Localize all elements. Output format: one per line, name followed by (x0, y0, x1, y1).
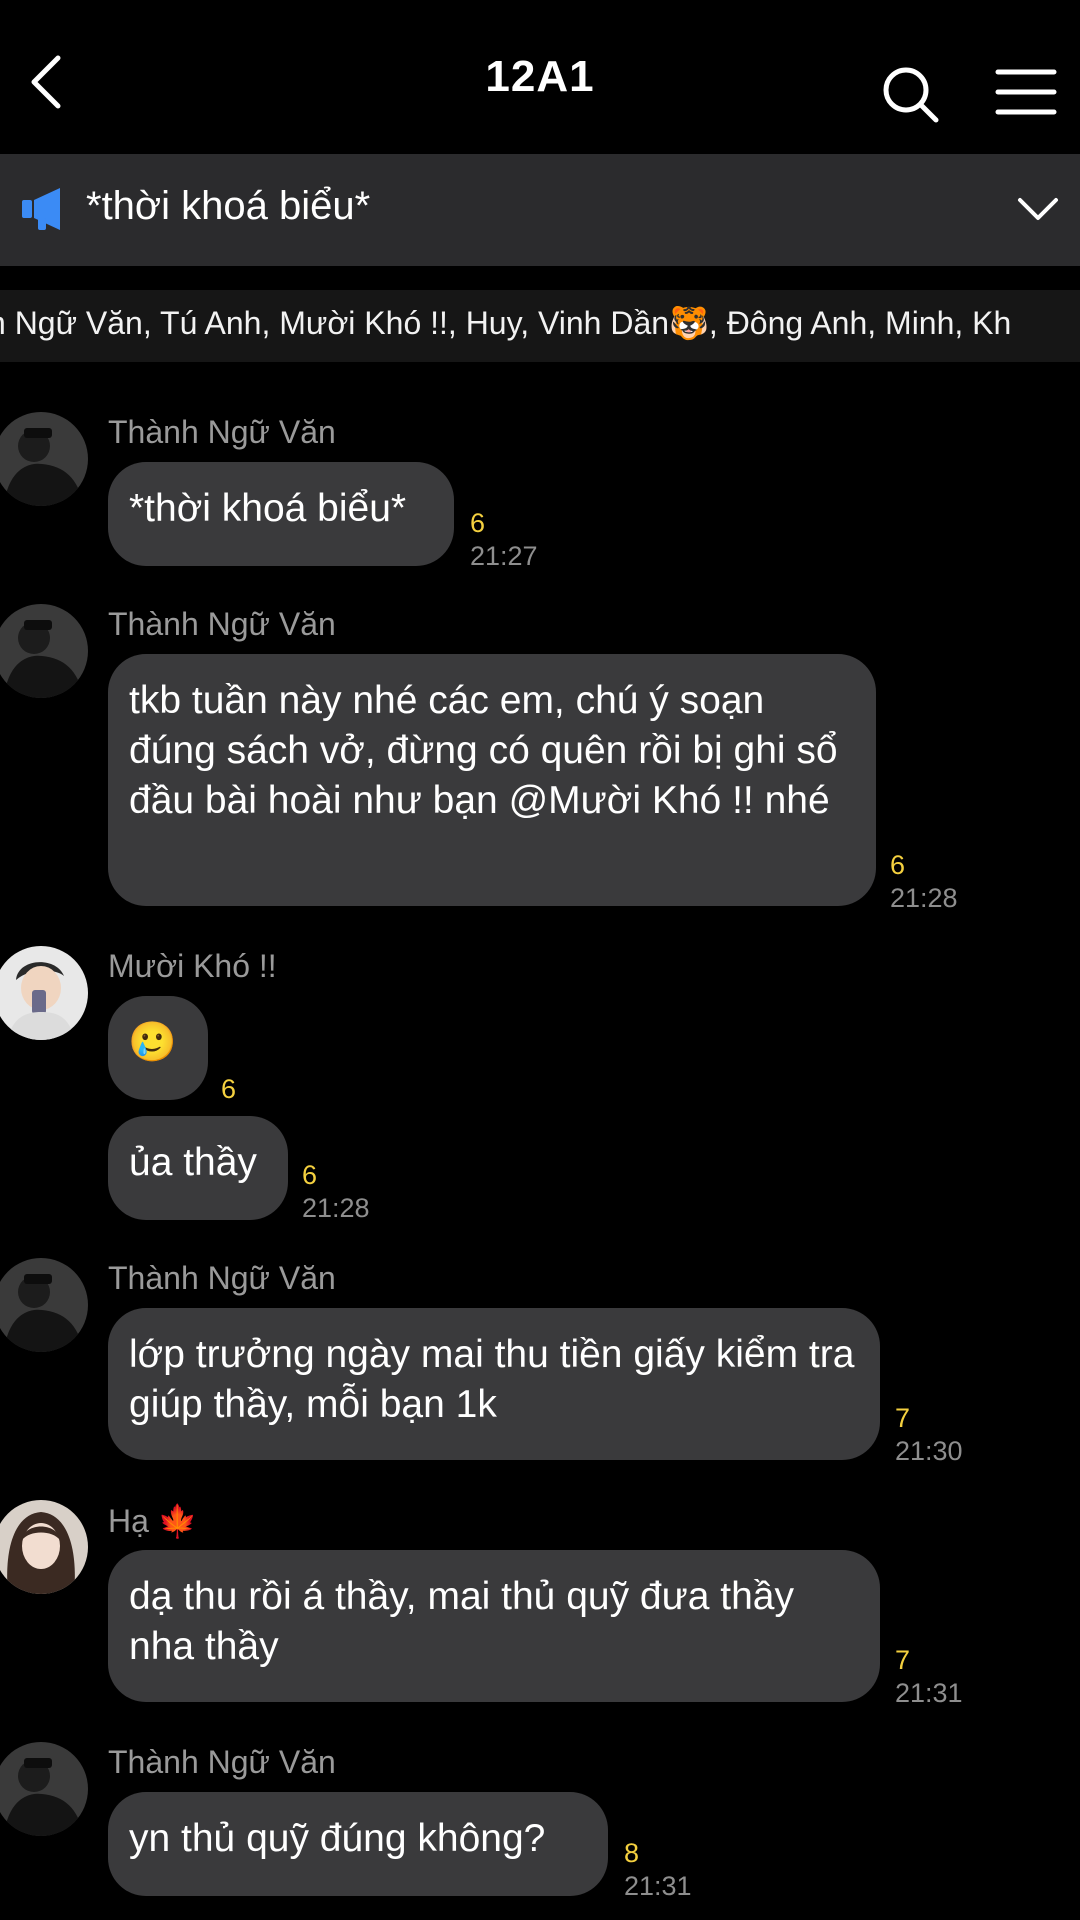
avatar[interactable] (0, 412, 88, 506)
read-count: 6 (890, 850, 906, 880)
sender-name: Thành Ngữ Văn (108, 606, 336, 642)
message-bubble[interactable]: tkb tuần này nhé các em, chú ý soạn đúng… (108, 654, 876, 906)
read-count: 7 (895, 1403, 911, 1433)
avatar[interactable] (0, 1742, 88, 1836)
megaphone-icon (20, 184, 70, 234)
message-bubble[interactable]: ủa thầy (108, 1116, 288, 1220)
message-time: 21:28 (890, 883, 958, 913)
message-time: 21:30 (895, 1436, 963, 1466)
message-bubble[interactable]: 🥲 (108, 996, 208, 1100)
avatar[interactable] (0, 946, 88, 1040)
sender-name: Mười Khó !! (108, 948, 277, 984)
expand-pinned-button[interactable] (1016, 192, 1060, 226)
message-time: 21:27 (470, 541, 538, 571)
message-time: 21:31 (624, 1871, 692, 1901)
search-icon (883, 67, 939, 123)
hamburger-menu-icon (995, 69, 1057, 115)
menu-button[interactable] (990, 62, 1060, 122)
pinned-message-banner[interactable]: *thời khoá biểu* (0, 154, 1080, 266)
sender-name: Thành Ngữ Văn (108, 1744, 336, 1780)
message-bubble[interactable]: yn thủ quỹ đúng không? (108, 1792, 608, 1896)
avatar[interactable] (0, 1500, 88, 1594)
message-bubble[interactable]: lớp trưởng ngày mai thu tiền giấy kiểm t… (108, 1308, 880, 1460)
chevron-down-icon (1018, 198, 1058, 220)
members-list-text: n Ngữ Văn, Tú Anh, Mười Khó !!, Huy, Vin… (0, 305, 1012, 341)
search-button[interactable] (878, 62, 948, 132)
read-count: 8 (624, 1838, 640, 1868)
message-time: 21:31 (895, 1678, 963, 1708)
avatar[interactable] (0, 1258, 88, 1352)
sender-name: Thành Ngữ Văn (108, 414, 336, 450)
message-time: 21:28 (302, 1193, 370, 1223)
members-strip[interactable]: n Ngữ Văn, Tú Anh, Mười Khó !!, Huy, Vin… (0, 290, 1080, 362)
message-bubble[interactable]: dạ thu rồi á thầy, mai thủ quỹ đưa thầy … (108, 1550, 880, 1702)
read-count: 7 (895, 1645, 911, 1675)
pinned-message-text: *thời khoá biểu* (86, 184, 371, 228)
read-count: 6 (470, 508, 486, 538)
read-count: 6 (302, 1160, 318, 1190)
read-count: 6 (221, 1074, 237, 1104)
sender-name: Thành Ngữ Văn (108, 1260, 336, 1296)
sender-name: Hạ 🍁 (108, 1503, 198, 1539)
avatar[interactable] (0, 604, 88, 698)
message-bubble[interactable]: *thời khoá biểu* (108, 462, 454, 566)
top-bar: 12A1 (0, 0, 1080, 154)
